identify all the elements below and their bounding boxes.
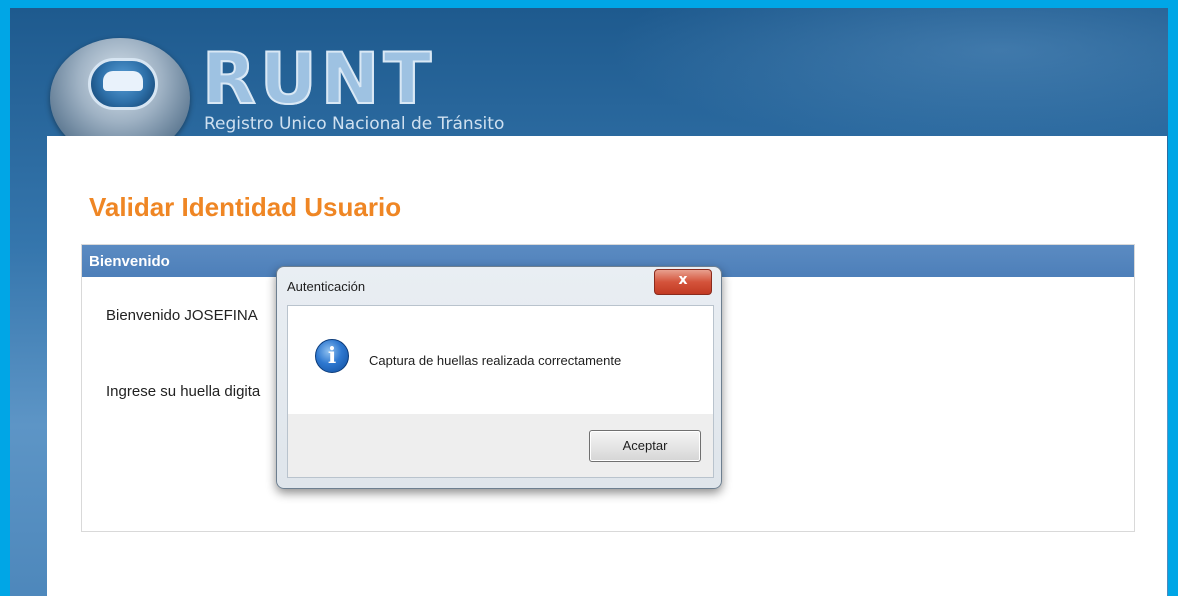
window-frame-top xyxy=(0,0,1178,8)
window-frame-left xyxy=(0,0,10,596)
window-frame-right xyxy=(1168,0,1178,596)
dialog-message: Captura de huellas realizada correctamen… xyxy=(369,353,622,368)
info-icon: i xyxy=(315,339,349,373)
dialog-title: Autenticación xyxy=(287,279,366,294)
close-icon: x xyxy=(678,272,688,288)
authentication-dialog: Autenticación x i Captura de huellas rea… xyxy=(276,266,722,489)
car-icon xyxy=(88,58,158,110)
close-button[interactable]: x xyxy=(654,269,712,295)
runt-logo-subtitle: Registro Unico Nacional de Tránsito xyxy=(204,114,505,134)
runt-logo-text: RUNT xyxy=(201,37,436,121)
page-title: Validar Identidad Usuario xyxy=(89,192,402,222)
fingerprint-prompt: Ingrese su huella digita xyxy=(106,383,261,400)
accept-button[interactable]: Aceptar xyxy=(589,430,701,462)
welcome-text: Bienvenido JOSEFINA xyxy=(106,307,258,324)
